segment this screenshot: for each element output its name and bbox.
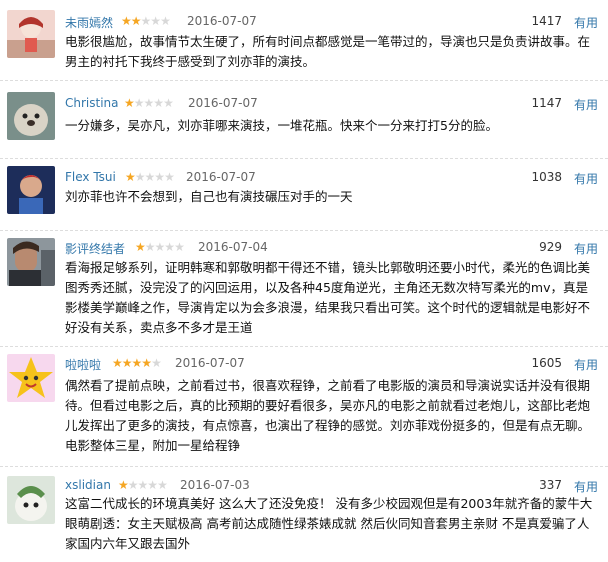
star-empty-icon: ★ — [151, 356, 162, 370]
avatar[interactable] — [7, 166, 55, 214]
review-list: 未雨嫣然 ★★★★★ 2016-07-07 1417 有用 电影很尴尬，故事情节… — [0, 0, 608, 562]
review-item: 影评终结者 ★★★★★ 2016-07-04 929 有用 看海报足够系列，证明… — [0, 230, 608, 346]
review-item: 啦啦啦 ★★★★★ 2016-07-07 1605 有用 偶然看了提前点映，之前… — [0, 346, 608, 466]
star-empty-icon: ★ — [160, 14, 171, 28]
review-date: 2016-07-07 — [188, 96, 258, 110]
username-link[interactable]: 影评终结者 — [65, 240, 125, 257]
useful-button[interactable]: 有用 — [574, 478, 598, 495]
review-header: 啦啦啦 ★★★★★ 2016-07-07 1605 有用 — [65, 354, 608, 374]
review-text: 一分嫌多，吴亦凡，刘亦菲哪来演技，一堆花瓶。快来个一分来打打5分的脸。 — [65, 118, 498, 133]
useful-button[interactable]: 有用 — [574, 96, 598, 113]
star-filled-icon: ★ — [118, 478, 129, 492]
vote-count: 1038 — [531, 170, 562, 184]
vote-count: 929 — [539, 240, 562, 254]
star-empty-icon: ★ — [134, 170, 146, 184]
useful-button[interactable]: 有用 — [574, 170, 598, 187]
star-empty-icon: ★ — [133, 96, 145, 110]
rating-stars: ★★★★★ — [124, 96, 174, 110]
avatar[interactable] — [7, 354, 55, 402]
star-empty-icon: ★ — [154, 170, 165, 184]
star-empty-icon: ★ — [144, 170, 156, 184]
star-empty-icon: ★ — [143, 96, 155, 110]
rating-stars: ★★★★★ — [135, 240, 185, 254]
useful-button[interactable]: 有用 — [574, 14, 598, 31]
review-date: 2016-07-03 — [180, 478, 250, 492]
star-empty-icon: ★ — [140, 14, 152, 28]
review-date: 2016-07-07 — [187, 14, 257, 28]
review-date: 2016-07-04 — [198, 240, 268, 254]
vote-count: 1605 — [531, 356, 562, 370]
star-empty-icon: ★ — [163, 96, 174, 110]
star-filled-icon: ★ — [141, 356, 152, 370]
review-date: 2016-07-07 — [186, 170, 256, 184]
star-filled-icon: ★ — [121, 14, 132, 28]
useful-button[interactable]: 有用 — [574, 356, 598, 373]
review-header: xslidian ★★★★★ 2016-07-03 337 有用 — [65, 476, 608, 496]
star-empty-icon: ★ — [150, 14, 161, 28]
star-empty-icon: ★ — [153, 96, 164, 110]
star-empty-icon: ★ — [137, 478, 149, 492]
star-filled-icon: ★ — [135, 240, 146, 254]
star-empty-icon: ★ — [157, 478, 168, 492]
avatar[interactable] — [7, 238, 55, 286]
review-text: 这富二代成长的环境真美好 这么大了还没免疫！ 没有多少校园观但是有2003年就齐… — [65, 496, 593, 551]
star-filled-icon: ★ — [131, 356, 143, 370]
review-item: 未雨嫣然 ★★★★★ 2016-07-07 1417 有用 电影很尴尬，故事情节… — [0, 0, 608, 78]
star-empty-icon: ★ — [127, 478, 139, 492]
review-item: Flex Tsui ★★★★★ 2016-07-07 1038 有用 刘亦菲也许… — [0, 158, 608, 230]
rating-stars: ★★★★★ — [125, 170, 175, 184]
review-text: 刘亦菲也许不会想到，自己也有演技碾压对手的一天 — [65, 189, 353, 204]
username-link[interactable]: 未雨嫣然 — [65, 14, 113, 31]
review-item: Christina ★★★★★ 2016-07-07 1147 有用 一分嫌多，… — [0, 80, 608, 158]
review-header: 影评终结者 ★★★★★ 2016-07-04 929 有用 — [65, 238, 608, 258]
star-filled-icon: ★ — [121, 356, 133, 370]
avatar[interactable] — [7, 10, 55, 58]
review-date: 2016-07-07 — [175, 356, 245, 370]
vote-count: 1147 — [531, 96, 562, 110]
vote-count: 1417 — [531, 14, 562, 28]
username-link[interactable]: 啦啦啦 — [65, 356, 101, 373]
review-text: 电影很尴尬，故事情节太生硬了，所有时间点都感觉是一笔带过的，导演也只是负责讲故事… — [65, 34, 591, 69]
rating-stars: ★★★★★ — [118, 478, 168, 492]
username-link[interactable]: Flex Tsui — [65, 170, 116, 184]
rating-stars: ★★★★★ — [121, 14, 171, 28]
review-item: xslidian ★★★★★ 2016-07-03 337 有用 这富二代成长的… — [0, 466, 608, 562]
review-text: 看海报足够系列，证明韩寒和郭敬明都干得还不错，镜头比郭敬明还要小时代，柔光的色调… — [65, 260, 591, 335]
star-filled-icon: ★ — [124, 96, 135, 110]
rating-stars: ★★★★★ — [112, 356, 162, 370]
username-link[interactable]: Christina — [65, 96, 119, 110]
star-filled-icon: ★ — [112, 356, 123, 370]
star-filled-icon: ★ — [130, 14, 142, 28]
star-empty-icon: ★ — [144, 240, 156, 254]
review-header: Flex Tsui ★★★★★ 2016-07-07 1038 有用 — [65, 168, 608, 188]
star-filled-icon: ★ — [125, 170, 136, 184]
avatar[interactable] — [7, 476, 55, 524]
star-empty-icon: ★ — [154, 240, 166, 254]
star-empty-icon: ★ — [164, 170, 175, 184]
avatar[interactable] — [7, 92, 55, 140]
star-empty-icon: ★ — [164, 240, 175, 254]
star-empty-icon: ★ — [174, 240, 185, 254]
review-text: 偶然看了提前点映，之前看过书，很喜欢程铮，之前看了电影版的演员和导演说实话并没有… — [65, 378, 591, 453]
review-header: Christina ★★★★★ 2016-07-07 1147 有用 — [65, 94, 608, 114]
username-link[interactable]: xslidian — [65, 478, 111, 492]
useful-button[interactable]: 有用 — [574, 240, 598, 257]
review-header: 未雨嫣然 ★★★★★ 2016-07-07 1417 有用 — [65, 12, 608, 32]
star-empty-icon: ★ — [147, 478, 158, 492]
vote-count: 337 — [539, 478, 562, 492]
